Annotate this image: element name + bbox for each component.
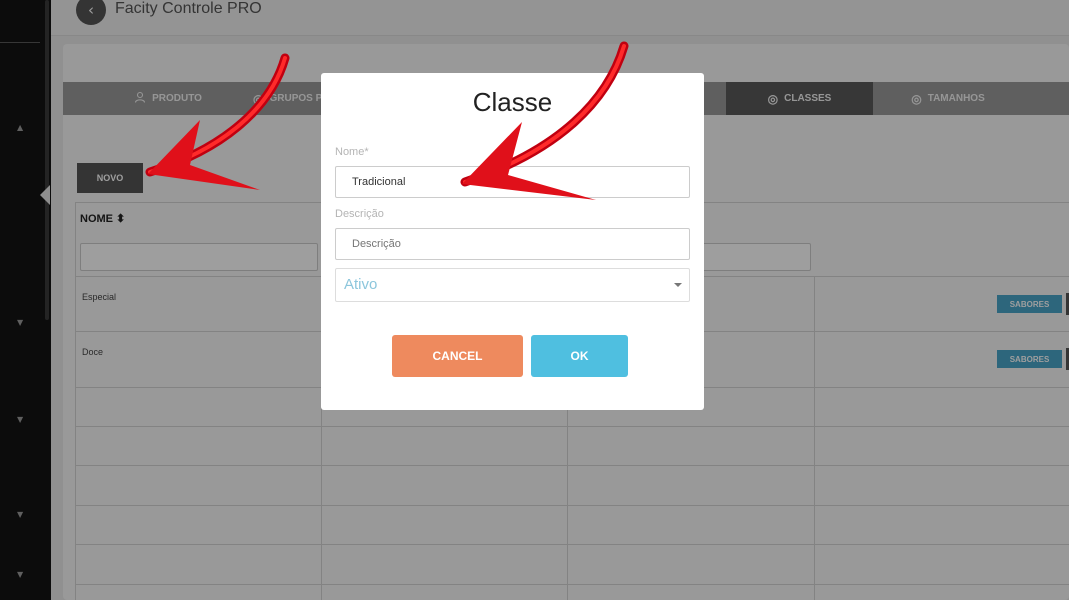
cancel-button[interactable]: CANCEL: [392, 335, 523, 377]
nome-label: Nome*: [335, 146, 369, 158]
ativo-select-placeholder: Ativo: [344, 276, 378, 293]
descricao-input[interactable]: [335, 228, 690, 260]
classe-modal: Classe Nome* Descrição Ativo CANCEL OK: [321, 73, 704, 410]
chevron-down-icon: [674, 283, 682, 287]
nome-input[interactable]: [335, 166, 690, 198]
descricao-label: Descrição: [335, 208, 384, 220]
ativo-select[interactable]: Ativo: [335, 268, 690, 302]
ok-button[interactable]: OK: [531, 335, 628, 377]
modal-title: Classe: [472, 87, 553, 117]
